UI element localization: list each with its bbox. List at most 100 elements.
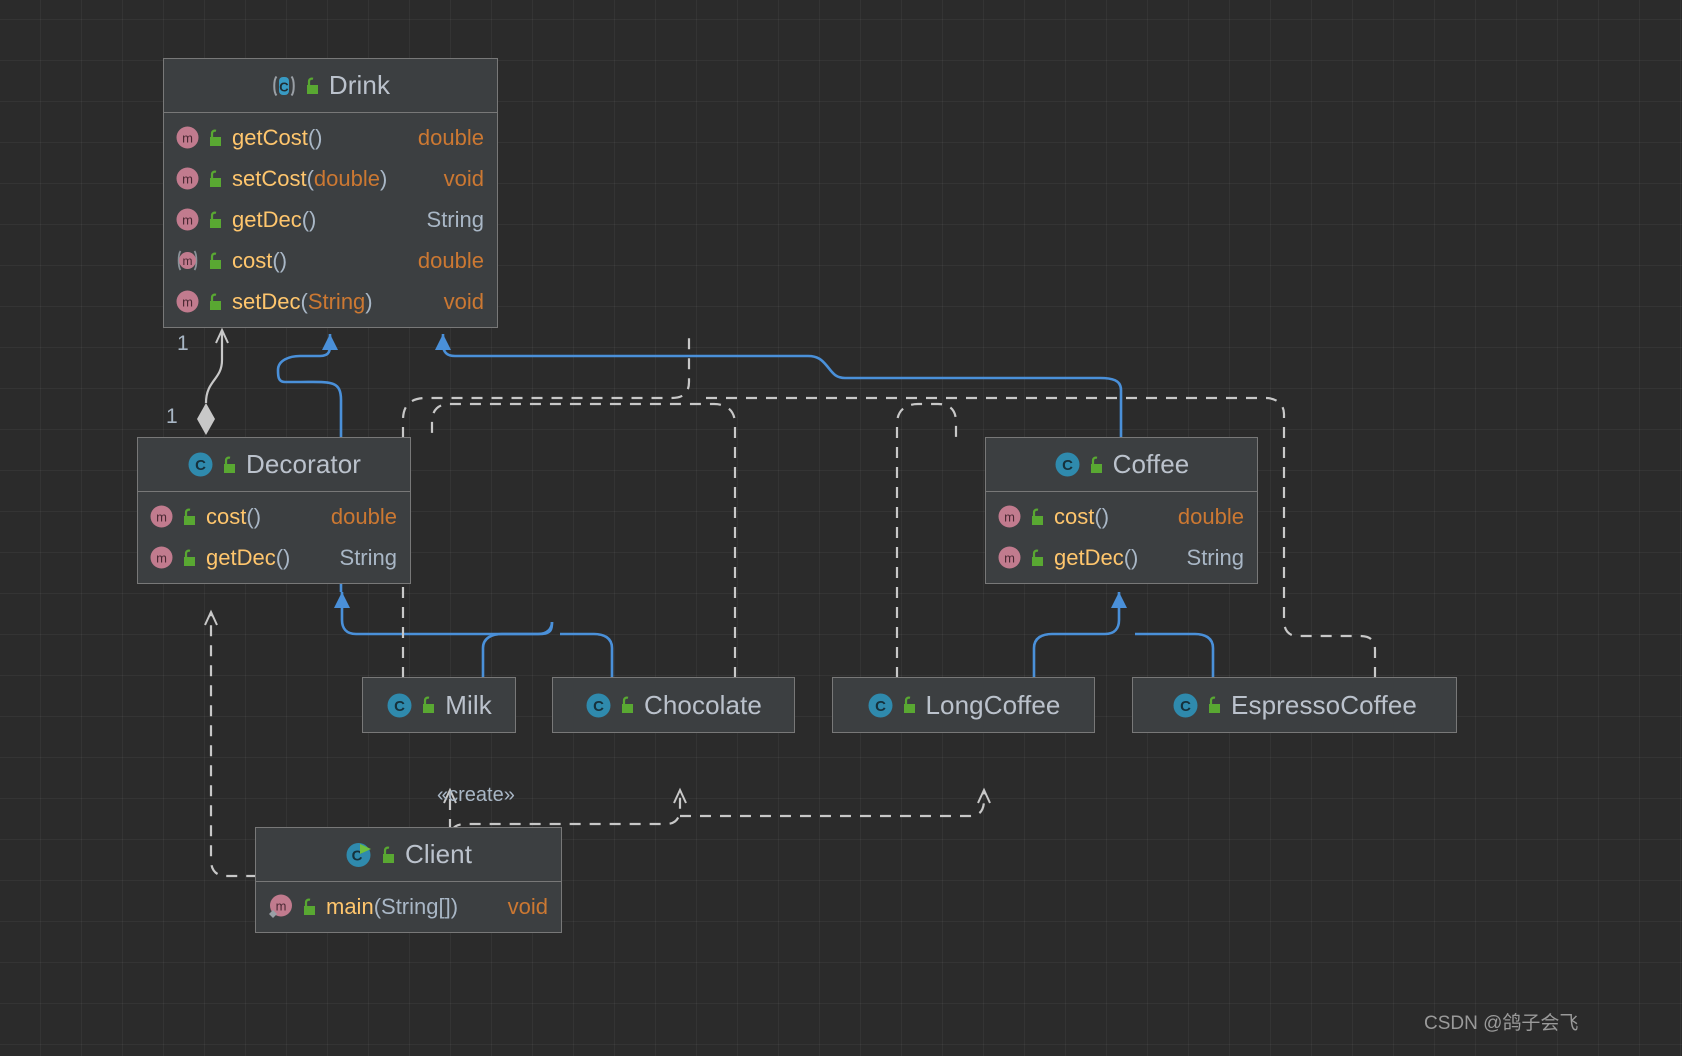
- class-node-milk[interactable]: C Milk: [362, 677, 516, 733]
- member-signature: cost(): [232, 247, 288, 273]
- edge-dependency-milk-drink: [401, 334, 691, 678]
- class-node-decorator-header[interactable]: C Decorator: [138, 438, 410, 492]
- class-node-milk-title: Milk: [445, 689, 492, 720]
- edge-generalization-milk-decorator: [334, 592, 554, 678]
- class-node-coffee-title: Coffee: [1112, 449, 1190, 479]
- public-unlock-icon: [210, 170, 221, 187]
- abstract-class-icon: C: [273, 75, 295, 96]
- member-return-type: void: [443, 165, 484, 191]
- public-unlock-icon: [622, 696, 633, 713]
- method-icon: m: [998, 546, 1021, 569]
- member-return-type: String: [426, 206, 484, 232]
- class-node-drink[interactable]: C Drink m getCost() double m setCost(dou…: [163, 58, 498, 328]
- public-unlock-icon: [210, 293, 221, 310]
- edge-generalization-chocolate-decorator: [560, 632, 614, 678]
- member-row[interactable]: m getCost() double: [164, 117, 497, 158]
- member-row[interactable]: m setDec(String) void: [164, 281, 497, 322]
- member-row[interactable]: m getDec() String: [138, 537, 410, 578]
- member-signature: main(String[]): [326, 893, 459, 919]
- class-node-longcoffee[interactable]: C LongCoffee: [832, 677, 1095, 733]
- class-node-decorator[interactable]: C Decorator m cost() double m getDec() S…: [137, 437, 411, 584]
- svg-text:m: m: [182, 295, 193, 310]
- edge-dependency-longcoffee-drink: [895, 402, 958, 678]
- class-node-chocolate[interactable]: C Chocolate: [552, 677, 795, 733]
- member-signature: setDec(String): [232, 288, 373, 314]
- method-icon: m: [176, 290, 199, 313]
- uml-diagram-canvas[interactable]: 1 1 «create» C Drink m getCost() double …: [0, 0, 1682, 1056]
- public-unlock-icon: [210, 129, 221, 146]
- member-row[interactable]: m cost() double: [986, 496, 1257, 537]
- class-node-chocolate-title: Chocolate: [644, 689, 762, 720]
- member-row[interactable]: m setCost(double) void: [164, 158, 497, 199]
- member-return-type: double: [330, 503, 397, 529]
- svg-text:C: C: [1180, 698, 1191, 715]
- svg-text:C: C: [279, 79, 289, 94]
- class-node-client[interactable]: C Client m main(String[]) void: [255, 827, 562, 933]
- class-icon: C: [868, 693, 892, 717]
- class-node-espressocoffee-title: EspressoCoffee: [1231, 689, 1417, 720]
- method-icon: m: [150, 546, 173, 569]
- public-unlock-icon: [304, 898, 315, 915]
- class-node-coffee-members: m cost() double m getDec() String: [986, 492, 1257, 583]
- stereotype-create-label: «create»: [437, 784, 515, 806]
- svg-text:m: m: [182, 172, 193, 187]
- edge-generalization-longcoffee-coffee: [1032, 592, 1127, 678]
- public-unlock-icon: [210, 211, 221, 228]
- method-icon: m: [998, 505, 1021, 528]
- svg-text:m: m: [183, 254, 193, 268]
- member-return-type: String: [1186, 544, 1244, 570]
- svg-text:C: C: [195, 457, 206, 474]
- member-return-type: double: [1177, 503, 1244, 529]
- public-unlock-icon: [1090, 456, 1102, 473]
- member-row[interactable]: m cost() double: [164, 240, 497, 281]
- class-node-client-members: m main(String[]) void: [256, 882, 561, 932]
- member-row[interactable]: m main(String[]) void: [256, 886, 561, 927]
- static-method-icon: m: [269, 894, 292, 918]
- method-icon: m: [150, 505, 173, 528]
- member-signature: getDec(): [1054, 544, 1139, 570]
- svg-text:m: m: [182, 131, 193, 146]
- class-node-milk-header[interactable]: C Milk: [363, 678, 515, 732]
- method-icon: m: [176, 126, 199, 149]
- public-unlock-icon: [184, 508, 195, 525]
- svg-text:C: C: [394, 698, 405, 715]
- class-icon: C: [1173, 693, 1198, 717]
- class-node-longcoffee-header[interactable]: C LongCoffee: [833, 678, 1094, 732]
- member-signature: setCost(double): [232, 165, 388, 191]
- class-node-chocolate-header[interactable]: C Chocolate: [553, 678, 794, 732]
- class-icon: C: [586, 693, 611, 717]
- class-node-client-header[interactable]: C Client: [256, 828, 561, 882]
- aggregation-source-multiplicity: 1: [166, 405, 178, 428]
- svg-text:C: C: [875, 698, 886, 715]
- public-unlock-icon: [184, 549, 195, 566]
- svg-text:m: m: [1004, 551, 1015, 566]
- csdn-watermark: CSDN @鸽子会飞: [1424, 1013, 1579, 1034]
- class-node-coffee[interactable]: C Coffee m cost() double m getDec() Stri…: [985, 437, 1258, 584]
- member-signature: getDec(): [206, 544, 291, 570]
- member-row[interactable]: m getDec() String: [164, 199, 497, 240]
- member-return-type: double: [417, 247, 484, 273]
- class-node-longcoffee-title: LongCoffee: [925, 689, 1061, 720]
- member-signature: cost(): [1054, 503, 1110, 529]
- svg-text:C: C: [1062, 457, 1073, 474]
- class-node-drink-header[interactable]: C Drink: [164, 59, 497, 113]
- public-unlock-icon: [903, 696, 915, 713]
- member-signature: cost(): [206, 503, 262, 529]
- class-icon: C: [387, 693, 412, 717]
- class-icon: C: [1055, 452, 1080, 477]
- class-node-coffee-header[interactable]: C Coffee: [986, 438, 1257, 492]
- svg-text:m: m: [1004, 510, 1015, 525]
- edge-dependency-client-longcoffee: [680, 787, 991, 818]
- runnable-class-icon: C: [346, 842, 371, 867]
- method-icon: m: [176, 167, 199, 190]
- svg-text:m: m: [276, 899, 287, 914]
- member-row[interactable]: m cost() double: [138, 496, 410, 537]
- class-node-drink-members: m getCost() double m setCost(double) voi…: [164, 113, 497, 327]
- member-return-type: void: [507, 893, 548, 919]
- member-return-type: String: [339, 544, 397, 570]
- class-node-espressocoffee[interactable]: C EspressoCoffee: [1132, 677, 1457, 733]
- member-signature: getCost(): [232, 124, 323, 150]
- class-node-espressocoffee-header[interactable]: C EspressoCoffee: [1133, 678, 1456, 732]
- member-row[interactable]: m getDec() String: [986, 537, 1257, 578]
- svg-text:m: m: [182, 213, 193, 228]
